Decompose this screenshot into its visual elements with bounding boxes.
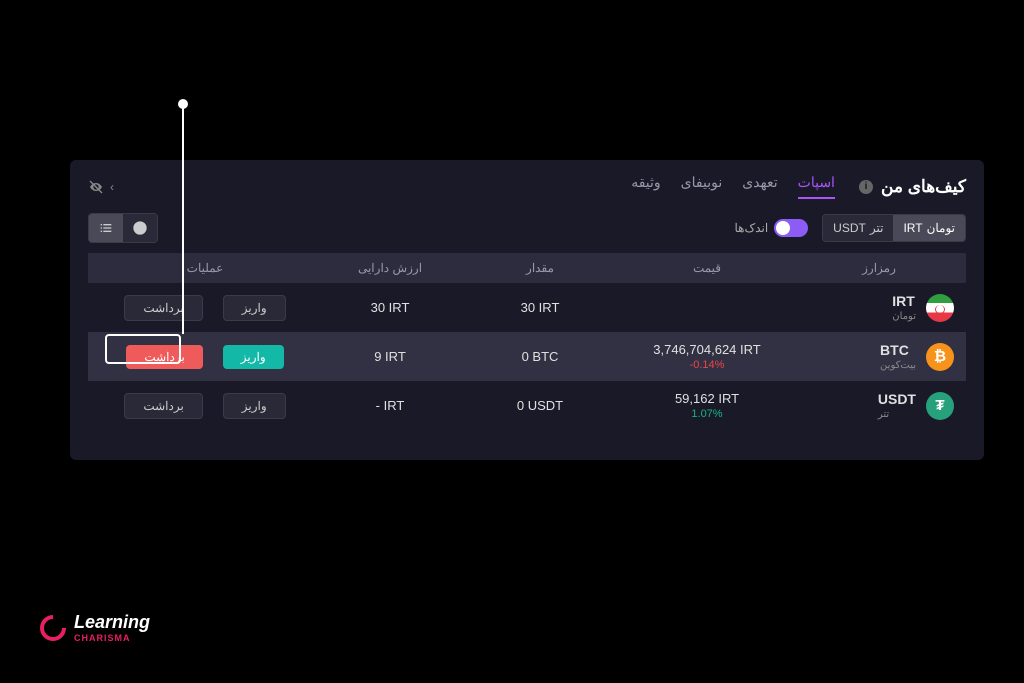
header: کیف‌های من i اسپات تعهدی نوبیفای وثیقه ‹ [88, 174, 966, 199]
view-toggle [88, 213, 158, 243]
table-row[interactable]: IRT تومان 30 IRT 30 IRT واریز برداشت [88, 283, 966, 332]
table-row[interactable]: ₿ BTC بیت‌کوین 3,746,704,624 IRT -0.14% … [88, 332, 966, 381]
crypto-symbol: USDT [878, 391, 916, 407]
currency-opt-irt[interactable]: تومان IRT [893, 215, 965, 241]
table-body: IRT تومان 30 IRT 30 IRT واریز برداشت ₿ B… [88, 283, 966, 430]
actions-cell: واریز برداشت [100, 345, 310, 369]
tabs: اسپات تعهدی نوبیفای وثیقه [631, 174, 835, 199]
crypto-name: تومان [892, 311, 916, 322]
logo-mark-icon [35, 609, 72, 646]
tab-nobifi[interactable]: نوبیفای [681, 174, 723, 199]
col-amount: مقدار [470, 261, 610, 275]
actions-cell: واریز برداشت [100, 295, 310, 321]
logo-sub: CHARISMA [74, 633, 150, 643]
deposit-button[interactable]: واریز [223, 295, 286, 321]
crypto-cell: ₮ USDT تتر [804, 391, 954, 420]
deposit-button[interactable]: واریز [223, 345, 284, 369]
tab-collateral[interactable]: وثیقه [631, 174, 660, 199]
view-chart-button[interactable] [123, 214, 157, 242]
logo: Learning CHARISMA [40, 612, 150, 643]
hide-balance-icon[interactable] [88, 179, 104, 195]
crypto-symbol: BTC [880, 342, 909, 358]
logo-text: Learning CHARISMA [74, 612, 150, 643]
price-change: 1.07% [691, 408, 722, 420]
info-icon[interactable]: i [859, 180, 873, 194]
withdraw-button[interactable]: برداشت [124, 295, 202, 321]
switch[interactable] [774, 219, 808, 237]
col-value: ارزش دارایی [310, 261, 470, 275]
price-value: 59,162 IRT [675, 391, 739, 406]
chevron-left-icon[interactable]: ‹ [110, 180, 114, 194]
value-cell: - IRT [310, 398, 470, 413]
value-cell: 9 IRT [310, 349, 470, 364]
crypto-symbol: IRT [892, 293, 915, 309]
coin-icon: ₮ [926, 392, 954, 420]
crypto-name: بیت‌کوین [880, 360, 916, 371]
coin-icon [926, 294, 954, 322]
view-list-button[interactable] [89, 214, 123, 242]
deposit-button[interactable]: واریز [223, 393, 286, 419]
crypto-name: تتر [878, 409, 889, 420]
value-cell: 30 IRT [310, 300, 470, 315]
amount-cell: 0 USDT [470, 398, 610, 413]
toggle-label: اندک‌ها [734, 221, 768, 235]
small-balances-toggle: اندک‌ها [734, 219, 808, 237]
logo-main: Learning [74, 612, 150, 633]
currency-opt-usdt[interactable]: تتر USDT [823, 215, 893, 241]
col-actions: عملیات [100, 261, 310, 275]
coin-icon: ₿ [926, 343, 954, 371]
crypto-cell: ₿ BTC بیت‌کوین [804, 342, 954, 371]
header-right: کیف‌های من i اسپات تعهدی نوبیفای وثیقه [631, 174, 966, 199]
controls: تومان IRT تتر USDT اندک‌ها [88, 213, 966, 243]
annotation-dot [178, 99, 188, 109]
controls-right: تومان IRT تتر USDT اندک‌ها [734, 214, 966, 242]
withdraw-button[interactable]: برداشت [126, 345, 202, 369]
table-header: رمزارز قیمت مقدار ارزش دارایی عملیات [88, 253, 966, 283]
tab-commitment[interactable]: تعهدی [742, 174, 777, 199]
wallet-panel: کیف‌های من i اسپات تعهدی نوبیفای وثیقه ‹… [70, 160, 984, 460]
price-cell: 3,746,704,624 IRT -0.14% [610, 342, 804, 371]
crypto-cell: IRT تومان [804, 293, 954, 322]
table-row[interactable]: ₮ USDT تتر 59,162 IRT 1.07% 0 USDT - IRT… [88, 381, 966, 430]
price-value: 3,746,704,624 IRT [653, 342, 760, 357]
price-cell: 59,162 IRT 1.07% [610, 391, 804, 420]
col-crypto: رمزارز [804, 261, 954, 275]
amount-cell: 30 IRT [470, 300, 610, 315]
withdraw-button[interactable]: برداشت [124, 393, 202, 419]
tab-spot[interactable]: اسپات [798, 174, 835, 199]
price-change: -0.14% [690, 359, 725, 371]
col-price: قیمت [610, 261, 804, 275]
currency-toggle: تومان IRT تتر USDT [822, 214, 966, 242]
page-title: کیف‌های من [881, 177, 966, 197]
amount-cell: 0 BTC [470, 349, 610, 364]
actions-cell: واریز برداشت [100, 393, 310, 419]
header-left: ‹ [88, 179, 114, 195]
